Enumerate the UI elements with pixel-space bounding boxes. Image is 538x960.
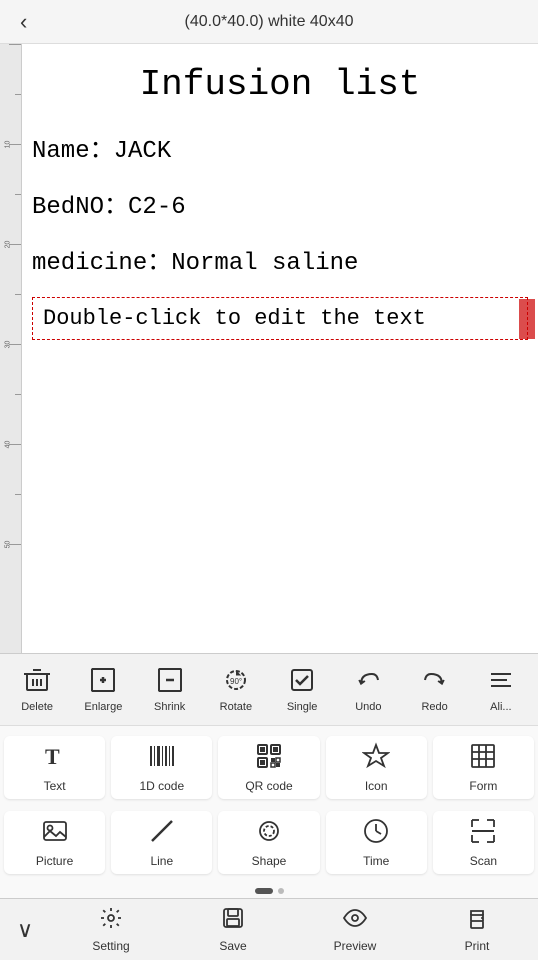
line-tool[interactable]: Line — [111, 811, 212, 874]
dot-2 — [278, 888, 284, 894]
redo-button[interactable]: Redo — [402, 662, 468, 717]
delete-label: Delete — [21, 701, 53, 713]
label-line-1[interactable]: BedNO：C2-6 — [32, 185, 528, 221]
label-line-0[interactable]: Name：JACK — [32, 129, 528, 165]
time-tool[interactable]: Time — [326, 811, 427, 874]
text-icon: T — [41, 742, 69, 775]
undo-icon — [354, 666, 382, 698]
rotate-icon: 90° — [222, 666, 250, 698]
delete-button[interactable]: Delete — [4, 662, 70, 717]
print-label: Print — [465, 939, 490, 953]
scan-icon — [469, 817, 497, 850]
scan-label: Scan — [470, 854, 497, 868]
shrink-button[interactable]: Shrink — [137, 662, 203, 717]
undo-button[interactable]: Undo — [335, 662, 401, 717]
setting-nav-item[interactable]: Setting — [50, 906, 172, 953]
back-button[interactable]: ‹ — [12, 5, 35, 39]
enlarge-icon — [89, 666, 117, 698]
single-label: Single — [287, 701, 318, 713]
icon-label: Icon — [365, 779, 388, 793]
line-icon — [148, 817, 176, 850]
text-label: Text — [44, 779, 66, 793]
label-title: Infusion list — [32, 64, 528, 105]
save-icon — [221, 906, 245, 937]
print-icon — [465, 906, 489, 937]
print-nav-item[interactable]: Print — [416, 906, 538, 953]
canvas-area: 1020304050 Infusion list Name：JACK BedNO… — [0, 44, 538, 653]
form-icon — [469, 742, 497, 775]
time-label: Time — [363, 854, 389, 868]
single-icon — [288, 666, 316, 698]
label-line-2[interactable]: medicine：Normal saline — [32, 241, 528, 277]
icon-tool[interactable]: Icon — [326, 736, 427, 799]
page-indicator — [0, 884, 538, 898]
preview-label: Preview — [334, 939, 377, 953]
delete-icon — [23, 666, 51, 698]
picture-tool[interactable]: Picture — [4, 811, 105, 874]
shape-icon — [255, 817, 283, 850]
shape-tool[interactable]: Shape — [218, 811, 319, 874]
bottom-nav: ∨ Setting Save Preview — [0, 898, 538, 960]
enlarge-button[interactable]: Enlarge — [70, 662, 136, 717]
preview-nav-item[interactable]: Preview — [294, 906, 416, 953]
canvas-content: Infusion list Name：JACK BedNO：C2-6 medic… — [22, 44, 538, 653]
1dcode-label: 1D code — [139, 779, 184, 793]
star-icon — [362, 742, 390, 775]
redo-icon — [421, 666, 449, 698]
rotate-button[interactable]: 90° Rotate — [203, 662, 269, 717]
text-edit-box[interactable]: Double-click to edit the text — [32, 297, 528, 340]
qrcode-label: QR code — [245, 779, 292, 793]
rotate-label: Rotate — [220, 701, 252, 713]
resize-handle[interactable] — [519, 299, 535, 339]
barcode-icon — [148, 742, 176, 775]
clock-icon — [362, 817, 390, 850]
1dcode-tool[interactable]: 1D code — [111, 736, 212, 799]
shape-label: Shape — [252, 854, 287, 868]
scan-tool[interactable]: Scan — [433, 811, 534, 874]
dot-1 — [255, 888, 273, 894]
ruler-left: 1020304050 — [0, 44, 22, 653]
qrcode-icon — [255, 742, 283, 775]
save-label: Save — [219, 939, 246, 953]
enlarge-label: Enlarge — [84, 701, 122, 713]
align-button[interactable]: Ali... — [468, 662, 534, 717]
text-tool[interactable]: T Text — [4, 736, 105, 799]
chevron-down-icon: ∨ — [17, 917, 33, 943]
undo-label: Undo — [355, 701, 381, 713]
align-label: Ali... — [490, 701, 511, 713]
svg-text:90°: 90° — [230, 677, 242, 686]
edit-placeholder-text: Double-click to edit the text — [43, 306, 426, 331]
toolbar-row1: Delete Enlarge — [0, 653, 538, 725]
redo-label: Redo — [421, 701, 447, 713]
svg-text:T: T — [45, 744, 60, 769]
setting-label: Setting — [92, 939, 129, 953]
picture-icon — [41, 817, 69, 850]
expand-button[interactable]: ∨ — [0, 917, 50, 943]
form-tool[interactable]: Form — [433, 736, 534, 799]
tool-grid-row1: T Text 1D code — [0, 725, 538, 809]
setting-icon — [99, 906, 123, 937]
header-title: (40.0*40.0) white 40x40 — [185, 13, 354, 31]
shrink-icon — [156, 666, 184, 698]
line-label: Line — [150, 854, 173, 868]
preview-icon — [343, 906, 367, 937]
header: ‹ (40.0*40.0) white 40x40 — [0, 0, 538, 44]
save-nav-item[interactable]: Save — [172, 906, 294, 953]
form-label: Form — [469, 779, 497, 793]
shrink-label: Shrink — [154, 701, 185, 713]
align-icon — [487, 666, 515, 698]
tool-grid-row2: Picture Line Shape Time — [0, 809, 538, 884]
qrcode-tool[interactable]: QR code — [218, 736, 319, 799]
single-button[interactable]: Single — [269, 662, 335, 717]
picture-label: Picture — [36, 854, 73, 868]
